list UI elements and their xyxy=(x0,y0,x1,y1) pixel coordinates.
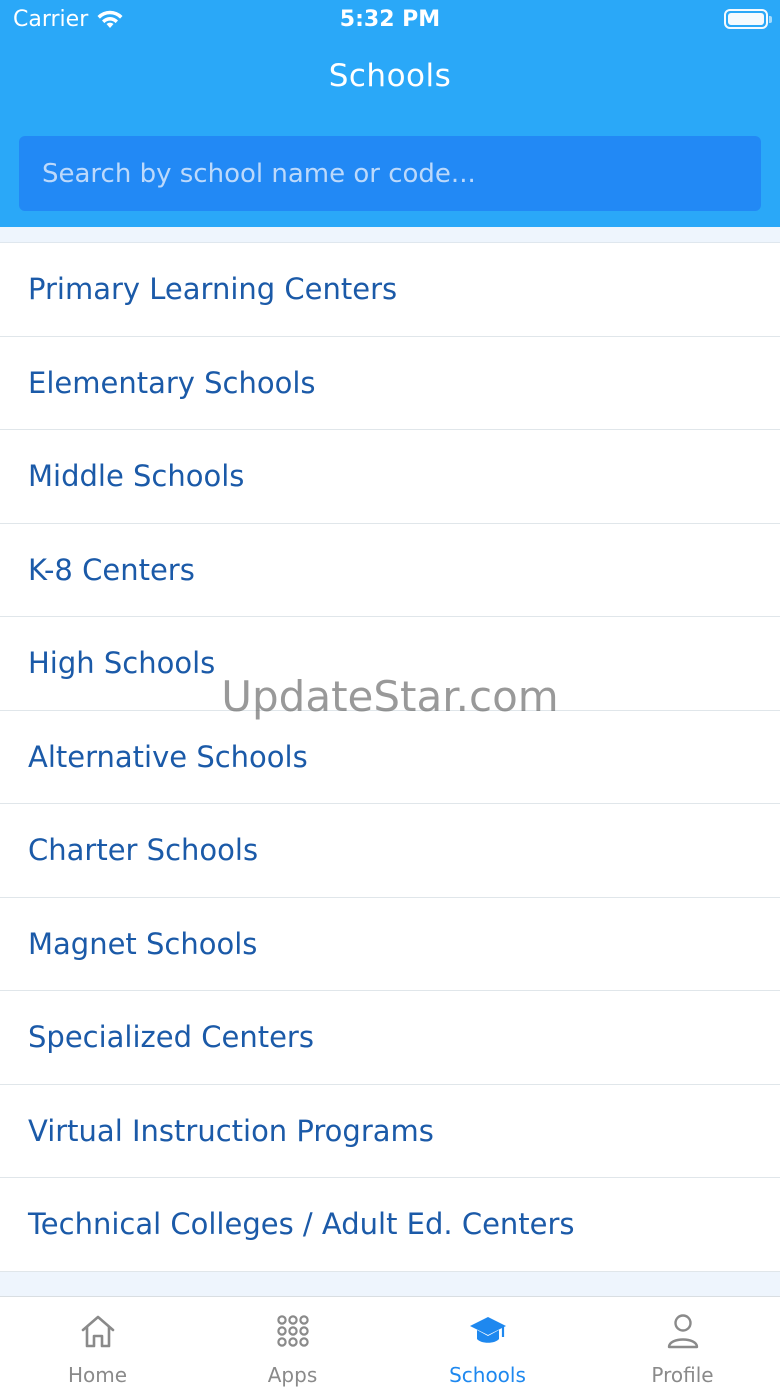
list-item-specialized-centers[interactable]: Specialized Centers xyxy=(0,991,780,1085)
list-item-middle-schools[interactable]: Middle Schools xyxy=(0,430,780,524)
list-item-virtual-instruction-programs[interactable]: Virtual Instruction Programs xyxy=(0,1084,780,1178)
grid-icon xyxy=(273,1311,313,1351)
list-item-high-schools[interactable]: High Schools xyxy=(0,617,780,711)
tab-apps[interactable]: Apps xyxy=(195,1297,390,1387)
tab-schools[interactable]: Schools xyxy=(390,1297,585,1387)
search-box[interactable] xyxy=(19,136,761,211)
status-time: 5:32 PM xyxy=(339,7,441,32)
page-title: Schools xyxy=(328,58,452,94)
list-item-alternative-schools[interactable]: Alternative Schools xyxy=(0,710,780,804)
tab-bar: Home Apps Schools Profile xyxy=(0,1296,780,1387)
search-input[interactable] xyxy=(42,136,761,211)
list-top-spacer xyxy=(0,227,780,243)
school-type-list: Primary Learning Centers Elementary Scho… xyxy=(0,243,780,1272)
battery-icon xyxy=(724,9,772,29)
list-item-charter-schools[interactable]: Charter Schools xyxy=(0,804,780,898)
tab-profile-label: Profile xyxy=(651,1363,714,1387)
list-item-technical-colleges[interactable]: Technical Colleges / Adult Ed. Centers xyxy=(0,1178,780,1272)
home-icon xyxy=(78,1311,118,1351)
list-bottom-spacer xyxy=(0,1272,780,1296)
status-bar: Carrier 5:32 PM xyxy=(0,0,780,42)
tab-home-label: Home xyxy=(67,1363,128,1387)
tab-home[interactable]: Home xyxy=(0,1297,195,1387)
tab-schools-label: Schools xyxy=(449,1363,526,1387)
person-icon xyxy=(663,1311,703,1351)
list-item-magnet-schools[interactable]: Magnet Schools xyxy=(0,897,780,991)
list-item-primary-learning-centers[interactable]: Primary Learning Centers xyxy=(0,243,780,337)
list-item-k8-centers[interactable]: K-8 Centers xyxy=(0,523,780,617)
list-item-elementary-schools[interactable]: Elementary Schools xyxy=(0,336,780,430)
header-bar: Carrier 5:32 PM Schools xyxy=(0,0,780,227)
tab-profile[interactable]: Profile xyxy=(585,1297,780,1387)
graduation-cap-icon xyxy=(468,1311,508,1351)
tab-apps-label: Apps xyxy=(267,1363,318,1387)
